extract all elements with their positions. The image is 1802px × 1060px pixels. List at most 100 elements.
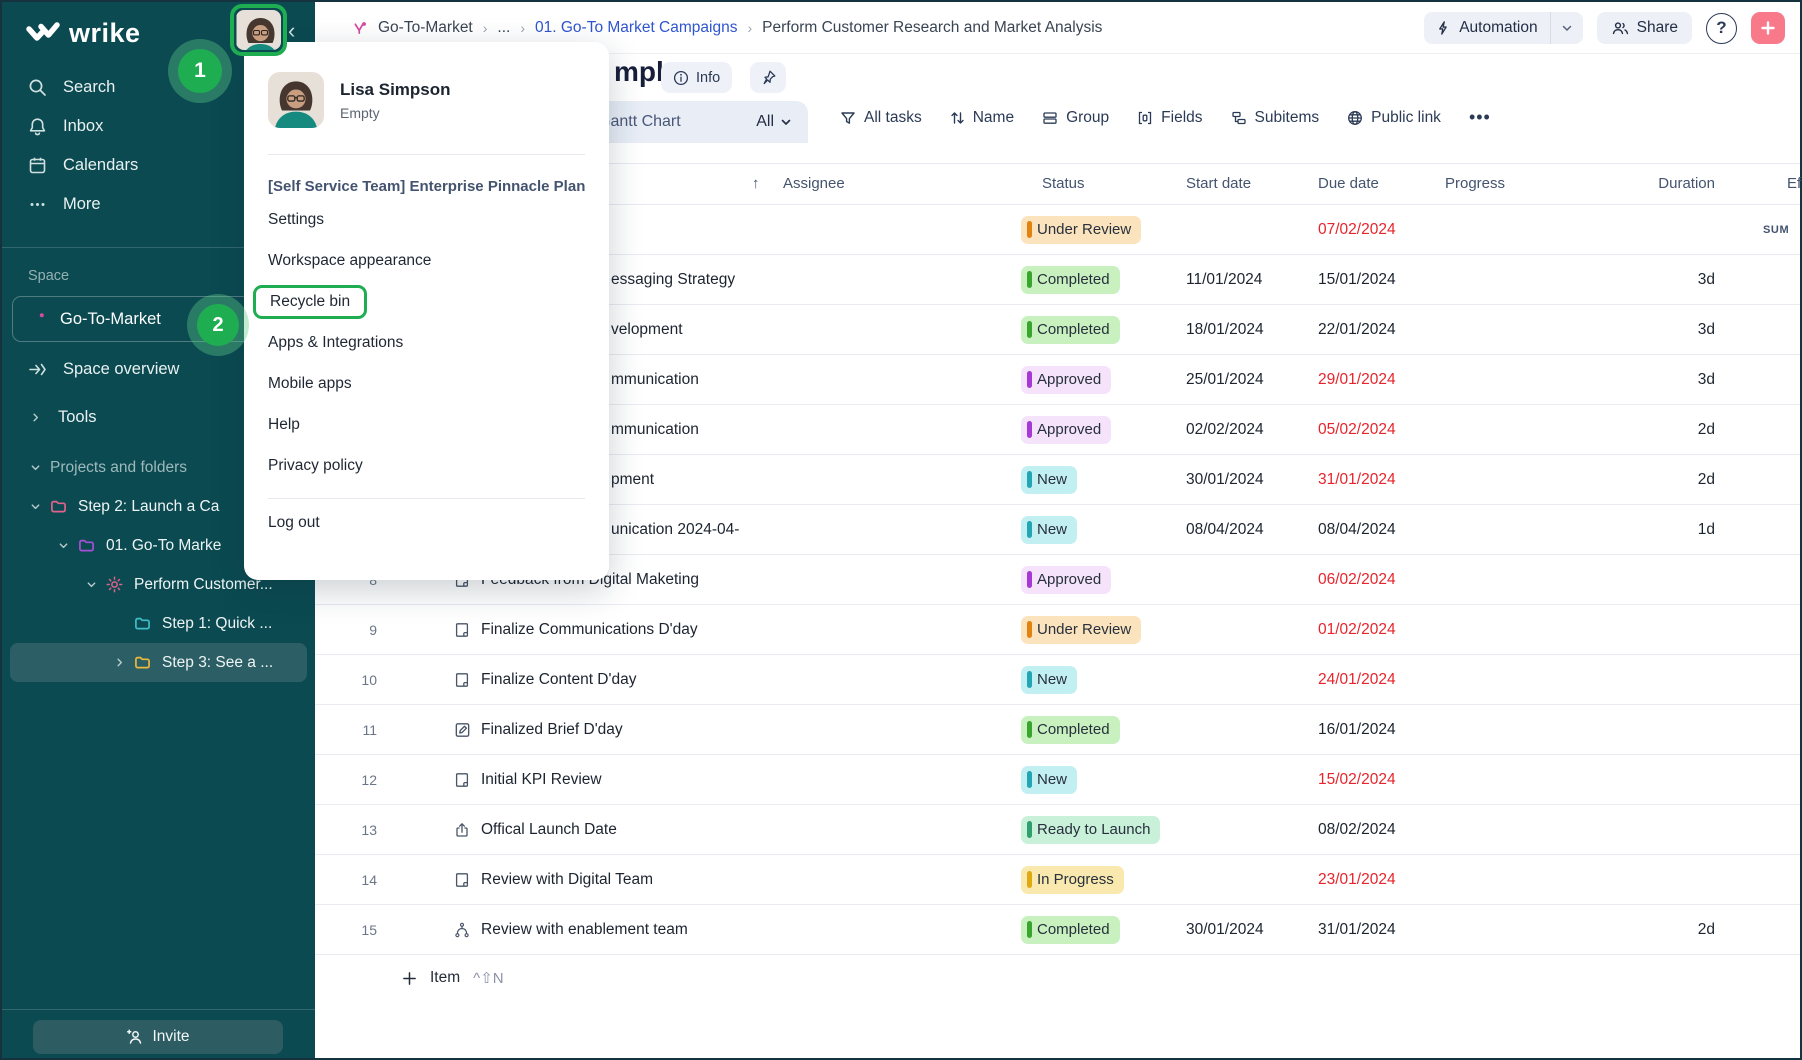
info-button[interactable]: Info — [661, 62, 732, 93]
fields-button[interactable]: Fields — [1137, 109, 1202, 127]
breadcrumb-space[interactable]: Go-To-Market — [378, 19, 473, 37]
due-date[interactable]: 08/04/2024 — [1318, 521, 1396, 539]
due-date[interactable]: 29/01/2024 — [1318, 371, 1396, 389]
task-name[interactable]: Finalize Content D'day — [481, 671, 636, 689]
start-date[interactable]: 02/02/2024 — [1186, 421, 1264, 439]
start-date[interactable]: 08/04/2024 — [1186, 521, 1264, 539]
due-date[interactable]: 15/01/2024 — [1318, 271, 1396, 289]
chevron-right-icon[interactable] — [108, 657, 130, 668]
task-name[interactable]: Review with Digital Team — [481, 871, 653, 889]
share-button[interactable]: Share — [1597, 12, 1692, 44]
breadcrumb-ellipsis[interactable]: ... — [497, 19, 510, 37]
chevron-down-icon[interactable] — [24, 462, 46, 473]
status-badge[interactable]: Completed — [1021, 316, 1120, 344]
status-badge[interactable]: Approved — [1021, 416, 1111, 444]
due-date[interactable]: 24/01/2024 — [1318, 671, 1396, 689]
pin-button[interactable] — [750, 62, 786, 93]
breadcrumb-parent-link[interactable]: 01. Go-To Market Campaigns — [535, 19, 737, 37]
automation-dropdown-chevron[interactable] — [1550, 12, 1583, 44]
status-badge[interactable]: Completed — [1021, 916, 1120, 944]
start-date[interactable]: 30/01/2024 — [1186, 921, 1264, 939]
menu-item-log-out[interactable]: Log out — [268, 499, 585, 547]
due-date[interactable]: 16/01/2024 — [1318, 721, 1396, 739]
task-name[interactable]: essaging Strategy — [611, 271, 735, 289]
status-badge[interactable]: Completed — [1021, 266, 1120, 294]
task-name[interactable]: pment — [611, 471, 654, 489]
menu-item-apps-integrations[interactable]: Apps & Integrations — [268, 322, 585, 363]
column-header-start-date[interactable]: Start date — [1186, 175, 1251, 192]
status-badge[interactable]: Ready to Launch — [1021, 816, 1160, 844]
chevron-down-icon[interactable] — [80, 579, 102, 590]
table-row[interactable]: 10Finalize Content D'dayNew24/01/2024 — [315, 655, 1800, 705]
task-name[interactable]: Review with enablement team — [481, 921, 688, 939]
due-date[interactable]: 07/02/2024 — [1318, 221, 1396, 239]
due-date[interactable]: 31/01/2024 — [1318, 921, 1396, 939]
table-row[interactable]: 15Review with enablement teamCompleted30… — [315, 905, 1800, 955]
status-badge[interactable]: New — [1021, 766, 1077, 794]
due-date[interactable]: 01/02/2024 — [1318, 621, 1396, 639]
status-badge[interactable]: Approved — [1021, 566, 1111, 594]
start-date[interactable]: 18/01/2024 — [1186, 321, 1264, 339]
task-name[interactable]: unication 2024-04- — [611, 521, 739, 539]
column-header-due-date[interactable]: Due date — [1318, 175, 1379, 192]
menu-item-workspace-appearance[interactable]: Workspace appearance — [268, 240, 585, 281]
menu-item-help[interactable]: Help — [268, 404, 585, 445]
automation-button[interactable]: Automation — [1424, 12, 1582, 44]
start-date[interactable]: 11/01/2024 — [1186, 271, 1262, 289]
column-header-status[interactable]: Status — [1042, 175, 1085, 192]
status-badge[interactable]: Approved — [1021, 366, 1111, 394]
task-name[interactable]: Finalized Brief D'day — [481, 721, 623, 739]
invite-button[interactable]: Invite — [33, 1020, 283, 1054]
sidebar-tree-item[interactable]: Step 3: See a ... — [10, 643, 307, 682]
column-header-duration[interactable]: Duration — [1645, 175, 1715, 192]
due-date[interactable]: 15/02/2024 — [1318, 771, 1396, 789]
status-badge[interactable]: Under Review — [1021, 216, 1141, 244]
status-badge[interactable]: In Progress — [1021, 866, 1124, 894]
view-filter-dropdown[interactable]: All — [756, 113, 792, 131]
chevron-down-icon[interactable] — [24, 501, 46, 512]
sidebar-collapse-icon[interactable]: ‹ — [288, 18, 295, 44]
group-button[interactable]: Group — [1042, 109, 1109, 127]
add-item-button[interactable]: Item ^⇧N — [402, 969, 504, 987]
table-row[interactable]: 11Finalized Brief D'dayCompleted16/01/20… — [315, 705, 1800, 755]
sidebar-tree-item[interactable]: Step 1: Quick ... — [10, 604, 307, 643]
status-badge[interactable]: New — [1021, 466, 1077, 494]
due-date[interactable]: 08/02/2024 — [1318, 821, 1396, 839]
table-row[interactable]: 13Offical Launch DateReady to Launch08/0… — [315, 805, 1800, 855]
due-date[interactable]: 06/02/2024 — [1318, 571, 1396, 589]
table-row[interactable]: 12Initial KPI ReviewNew15/02/2024 — [315, 755, 1800, 805]
due-date[interactable]: 22/01/2024 — [1318, 321, 1396, 339]
filter-all-tasks-button[interactable]: All tasks — [840, 109, 922, 127]
subitems-button[interactable]: Subitems — [1231, 109, 1320, 127]
menu-item-privacy-policy[interactable]: Privacy policy — [268, 445, 585, 486]
table-row[interactable]: 14Review with Digital TeamIn Progress23/… — [315, 855, 1800, 905]
status-badge[interactable]: New — [1021, 516, 1077, 544]
task-name[interactable]: mmunication — [611, 421, 699, 439]
menu-item-mobile-apps[interactable]: Mobile apps — [268, 363, 585, 404]
more-options-button[interactable]: ••• — [1469, 107, 1491, 128]
task-name[interactable]: mmunication — [611, 371, 699, 389]
task-name[interactable]: Initial KPI Review — [481, 771, 602, 789]
task-name[interactable]: Finalize Communications D'day — [481, 621, 698, 639]
table-row[interactable]: 9Finalize Communications D'dayUnder Revi… — [315, 605, 1800, 655]
menu-item-recycle-bin[interactable]: Recycle bin — [268, 281, 585, 322]
wrike-logo[interactable]: wrike — [26, 18, 141, 49]
task-name[interactable]: velopment — [611, 321, 683, 339]
due-date[interactable]: 05/02/2024 — [1318, 421, 1396, 439]
chevron-down-icon[interactable] — [52, 540, 74, 551]
sort-arrow-icon[interactable]: ↑ — [752, 175, 760, 192]
status-badge[interactable]: New — [1021, 666, 1077, 694]
tab-gantt-chart[interactable]: Gantt Chart — [598, 113, 681, 131]
sort-by-name-button[interactable]: Name — [950, 109, 1014, 127]
column-header-assignee[interactable]: Assignee — [783, 175, 845, 192]
status-badge[interactable]: Under Review — [1021, 616, 1141, 644]
due-date[interactable]: 31/01/2024 — [1318, 471, 1396, 489]
help-button[interactable]: ? — [1706, 13, 1737, 44]
user-avatar-button[interactable] — [230, 4, 287, 56]
column-header-progress[interactable]: Progress — [1445, 175, 1505, 192]
add-button[interactable] — [1751, 12, 1785, 44]
public-link-button[interactable]: Public link — [1347, 109, 1441, 127]
start-date[interactable]: 30/01/2024 — [1186, 471, 1264, 489]
due-date[interactable]: 23/01/2024 — [1318, 871, 1396, 889]
column-header-effort[interactable]: Ef — [1787, 175, 1801, 192]
